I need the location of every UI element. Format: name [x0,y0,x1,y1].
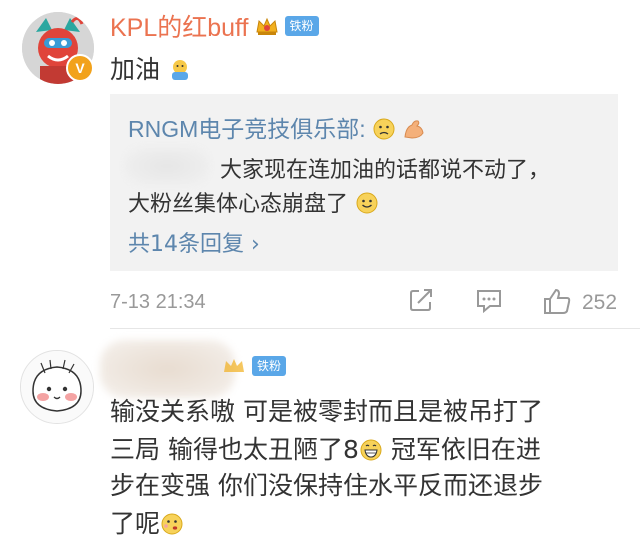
comment-text-line: 三局 输得也太丑陋了8 冠军依旧在进 [110,430,541,466]
reply-box[interactable]: RNGM电子竞技俱乐部: 大家现在连加油的话都说不动了， 大粉丝集体心态崩盘了 … [110,94,618,271]
comment-text-content: 了呢 [110,509,161,538]
comment-icon[interactable] [475,287,503,313]
worried-emoji [373,118,395,140]
comment-text-line: 步在变强 你们没保持住水平反而还退步 [110,471,543,500]
strong-arm-emoji [404,120,424,139]
comment-text-content: 加油 [110,55,161,84]
pray-emoji [171,60,188,80]
comment-text-content: 冠军依旧在进 [390,435,541,464]
reply-header: RNGM电子竞技俱乐部: [128,110,426,144]
blurred-username [100,340,235,398]
smile-emoji [356,192,378,214]
like-icon[interactable] [542,287,572,315]
fan-badge: 铁粉 [252,356,287,376]
crown-icon [224,359,244,372]
comment-text: 加油 [110,50,192,86]
comment2-header: 铁粉 [222,356,287,376]
reply-text-line: 大家现在连加油的话都说不动了， [220,158,551,183]
avatar-image [21,351,93,423]
comment-text-line: 输没关系嗷 可是被零封而且是被吊打了 [110,397,543,426]
comment-text-line: 了呢 [110,504,184,540]
divider [110,328,640,329]
grin-emoji [360,439,382,461]
crown-icon [255,17,278,35]
reply-username[interactable]: RNGM电子竞技俱乐部: [128,116,366,142]
like-count: 252 [582,291,618,314]
timestamp: 7-13 21:34 [110,291,206,313]
thinking-emoji [161,513,183,535]
comment-text-content: 三局 输得也太丑陋了8 [110,435,359,464]
more-replies-link[interactable]: 共14条回复 › [128,226,260,258]
reply-text-content: 大粉丝集体心态崩盘了 [128,192,349,217]
avatar[interactable] [20,350,94,424]
share-icon[interactable] [408,287,434,313]
reply-text-line: 大粉丝集体心态崩盘了 [128,186,379,218]
comment1-header: KPL的红buff 铁粉 [110,8,319,44]
blurred-username [124,146,210,186]
verified-badge: V [66,54,94,82]
fan-badge: 铁粉 [284,16,319,36]
username[interactable]: KPL的红buff [110,8,249,44]
